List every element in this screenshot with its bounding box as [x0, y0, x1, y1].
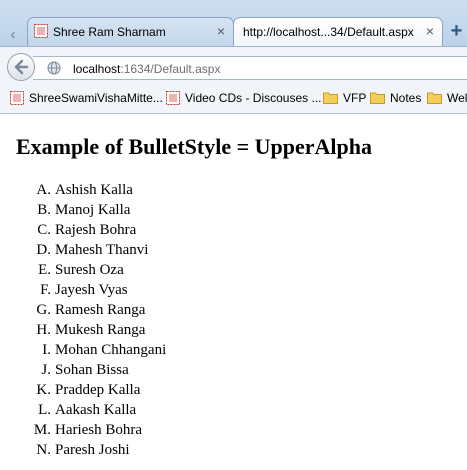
- list-item-text: Ashish Kalla: [55, 182, 133, 198]
- bookmark-label: Video CDs - Discouses ...: [185, 90, 322, 105]
- bookmark-folder-vfp[interactable]: VFP: [323, 90, 366, 108]
- list-marker: J.: [41, 362, 51, 378]
- page-icon: [166, 90, 180, 105]
- list-item-text: Ramesh Ranga: [55, 302, 146, 318]
- folder-icon: [427, 92, 442, 105]
- list-item-text: Aakash Kalla: [55, 402, 137, 418]
- folder-icon: [323, 92, 338, 105]
- bookmarks-toolbar: ShreeSwamiVishaMitte... Video CDs - Disc…: [0, 84, 467, 114]
- bookmark-folder-notes[interactable]: Notes: [370, 90, 421, 108]
- page-content: Example of BulletStyle = UpperAlpha A. As…: [0, 114, 467, 470]
- list-marker: H.: [36, 322, 51, 338]
- folder-icon: [370, 92, 385, 105]
- list-marker: D.: [36, 242, 51, 258]
- page-icon: [10, 90, 24, 105]
- list-marker: E.: [38, 262, 51, 278]
- tab-title: http://localhost...34/Default.aspx: [243, 25, 414, 39]
- back-arrow-icon: [14, 59, 29, 75]
- url-path: :1634/Default.aspx: [120, 62, 221, 76]
- bookmark-label: Wel: [447, 90, 467, 105]
- back-button[interactable]: [7, 53, 35, 81]
- list-item-text: Sohan Bissa: [55, 362, 129, 378]
- list-marker: K.: [36, 382, 51, 398]
- list-marker: C.: [37, 222, 51, 238]
- list-item-text: Jayesh Vyas: [55, 282, 128, 298]
- page-heading: Example of BulletStyle = UpperAlpha: [16, 134, 372, 159]
- bookmark-label: ShreeSwamiVishaMitte...: [29, 90, 163, 105]
- navigation-bar: localhost:1634/Default.aspx: [0, 46, 467, 85]
- tab-shree-ram-sharnam[interactable]: Shree Ram Sharnam ×: [27, 17, 234, 46]
- list-item-text: Praddep Kalla: [55, 382, 141, 398]
- page-favicon-icon: [34, 24, 48, 38]
- list-item-text: Paresh Joshi: [55, 442, 130, 458]
- close-tab-icon[interactable]: ×: [217, 23, 225, 39]
- tab-scroll-left-icon[interactable]: ‹: [0, 23, 26, 46]
- new-tab-button[interactable]: +: [446, 18, 467, 44]
- list-item-text: Mahesh Thanvi: [55, 242, 149, 258]
- list-item-text: Mohan Chhangani: [55, 342, 167, 358]
- list-item-text: Hariesh Bohra: [55, 422, 143, 438]
- list-item-text: Suresh Oza: [55, 262, 124, 278]
- list-item-text: Manoj Kalla: [55, 202, 131, 218]
- address-bar[interactable]: localhost:1634/Default.aspx: [33, 56, 467, 80]
- list-marker: I.: [42, 342, 51, 358]
- globe-icon: [47, 61, 61, 75]
- list-marker: L.: [38, 402, 51, 418]
- list-marker: M.: [33, 422, 51, 438]
- list-marker: B.: [37, 202, 51, 218]
- bookmark-video-cds[interactable]: Video CDs - Discouses ...: [166, 90, 322, 108]
- list-marker: F.: [40, 282, 51, 298]
- url-host: localhost: [73, 62, 121, 76]
- bookmark-shreeswamivishamitte[interactable]: ShreeSwamiVishaMitte...: [10, 90, 163, 108]
- url-text: localhost:1634/Default.aspx: [73, 62, 220, 76]
- list-marker: A.: [36, 182, 51, 198]
- tab-default-aspx[interactable]: http://localhost...34/Default.aspx ×: [233, 17, 443, 46]
- list-item-text: Rajesh Bohra: [55, 222, 137, 238]
- tab-title: Shree Ram Sharnam: [53, 25, 166, 39]
- tab-strip: ‹ Shree Ram Sharnam × http://localhost..…: [0, 0, 467, 46]
- bookmark-folder-wel[interactable]: Wel: [427, 90, 467, 108]
- list-item-text: Mukesh Ranga: [55, 322, 146, 338]
- list-marker: G.: [36, 302, 51, 318]
- bookmark-label: Notes: [390, 90, 422, 105]
- bookmark-label: VFP: [343, 90, 367, 105]
- list-marker: N.: [36, 442, 51, 458]
- close-tab-icon[interactable]: ×: [426, 23, 434, 39]
